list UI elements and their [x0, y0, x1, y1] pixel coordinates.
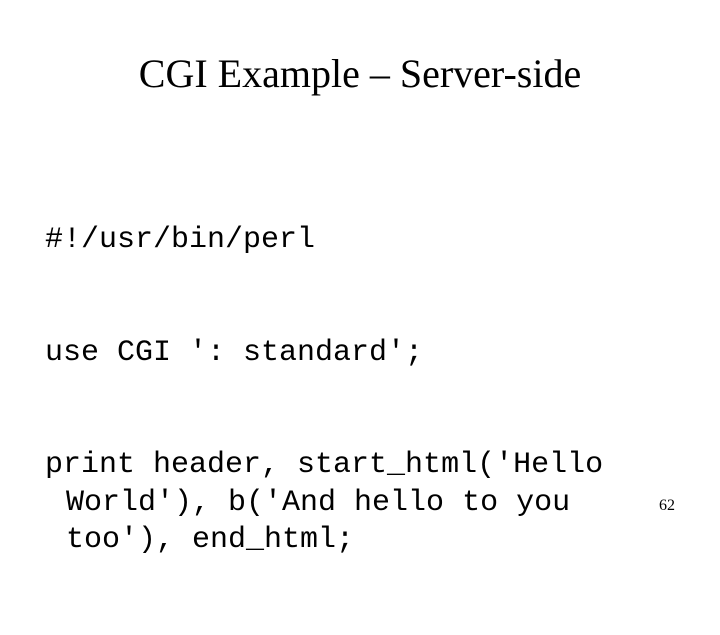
code-line-2: use CGI ': standard';: [45, 335, 680, 373]
code-block: #!/usr/bin/perl use CGI ': standard'; pr…: [40, 147, 680, 635]
code-line-3: print header, start_html('Hello World'),…: [45, 447, 680, 560]
page-number: 62: [659, 497, 675, 515]
slide-title: CGI Example – Server-side: [40, 50, 680, 97]
slide-container: CGI Example – Server-side #!/usr/bin/per…: [0, 0, 720, 540]
code-line-1: #!/usr/bin/perl: [45, 222, 680, 260]
